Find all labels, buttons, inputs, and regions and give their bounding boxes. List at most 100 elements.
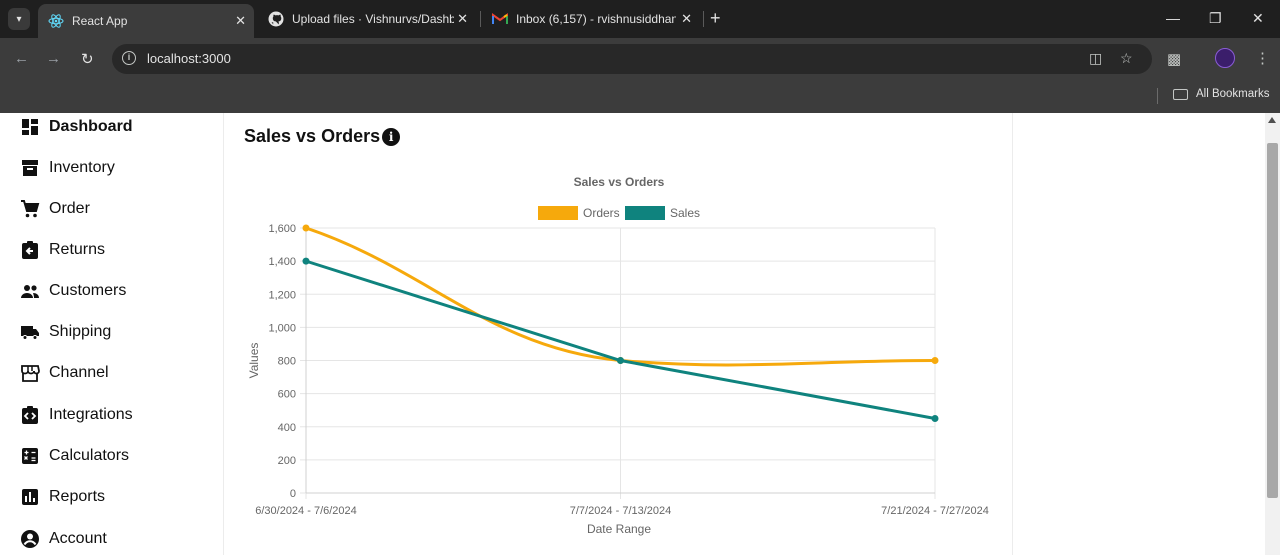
scrollbar-thumb[interactable] [1267, 143, 1278, 498]
install-app-icon[interactable]: ◫ [1089, 50, 1102, 67]
reload-icon[interactable]: ↻ [81, 50, 94, 68]
data-point-sales [617, 357, 624, 364]
tab-react-app[interactable]: React App ✕ [38, 4, 254, 38]
truck-icon [21, 326, 39, 340]
address-bar[interactable]: i localhost:3000 ◫ ☆ [112, 44, 1152, 74]
bookmarks-bar: All Bookmarks [0, 80, 1280, 113]
page-content: Dashboard Inventory Order Returns Custom… [0, 113, 1265, 555]
close-icon[interactable]: ✕ [457, 11, 468, 27]
sidebar-item-inventory[interactable]: Inventory [20, 156, 115, 180]
sidebar-item-calculators[interactable]: Calculators [20, 444, 129, 468]
sidebar-item-label: Dashboard [49, 118, 133, 135]
tab-separator [480, 11, 481, 27]
legend-label-orders: Orders [583, 206, 620, 220]
sidebar-item-reports[interactable]: Reports [20, 485, 105, 509]
x-tick-label: 6/30/2024 - 7/6/2024 [255, 505, 357, 517]
x-tick-label: 7/21/2024 - 7/27/2024 [881, 505, 989, 517]
forward-icon[interactable]: → [46, 50, 61, 67]
x-tick-label: 7/7/2024 - 7/13/2024 [570, 505, 672, 517]
sidebar-item-channel[interactable]: Channel [20, 361, 109, 385]
y-tick-label: 1,200 [268, 289, 296, 301]
browser-toolbar: ← → ↻ i localhost:3000 ◫ ☆ ▩ ⋮ [0, 38, 1280, 80]
sales-vs-orders-chart: Sales vs Orders Orders Sales 0 200 400 600 800 1… [247, 175, 989, 536]
browser-tab-strip: ▾ React App ✕ Upload files · Vishnurvs/D… [0, 0, 1280, 38]
back-icon[interactable]: ← [14, 50, 29, 67]
sidebar: Dashboard Inventory Order Returns Custom… [0, 113, 224, 555]
page-title: Sales vs Orders i [244, 126, 401, 147]
tab-separator [703, 11, 704, 27]
close-icon[interactable]: ✕ [235, 13, 246, 29]
tab-title: React App [72, 14, 128, 28]
dashboard-icon [22, 119, 38, 135]
tab-gmail-inbox[interactable]: Inbox (6,157) - rvishnusiddhan ✕ [482, 4, 700, 34]
calculator-icon [22, 448, 38, 464]
data-point-sales [302, 257, 310, 265]
store-icon [21, 365, 40, 382]
y-tick-label: 0 [290, 488, 296, 500]
inventory-icon [22, 160, 38, 176]
integrations-icon [22, 406, 38, 424]
scroll-up-arrow-icon[interactable] [1268, 117, 1276, 123]
address-url[interactable]: localhost:3000 [147, 51, 231, 66]
sidebar-item-label: Order [49, 200, 90, 217]
main-content: Sales vs Orders Orders Sales 0 200 400 600 800 1… [225, 113, 1013, 555]
cart-icon [21, 200, 40, 218]
minimize-icon[interactable]: — [1166, 10, 1180, 26]
data-point-orders [931, 357, 939, 364]
data-point-sales [931, 414, 939, 422]
site-info-icon[interactable]: i [122, 51, 136, 65]
section-title-text: Sales vs Orders [244, 126, 381, 146]
github-icon [268, 11, 284, 27]
sidebar-item-returns[interactable]: Returns [20, 238, 105, 262]
sidebar-item-label: Channel [49, 364, 109, 381]
data-point-orders [302, 224, 310, 232]
sidebar-item-integrations[interactable]: Integrations [20, 403, 133, 427]
sidebar-item-label: Integrations [49, 406, 133, 423]
people-icon [21, 285, 39, 298]
sidebar-item-label: Account [49, 530, 107, 547]
sidebar-item-account[interactable]: Account [20, 527, 107, 551]
sidebar-item-label: Calculators [49, 447, 130, 464]
restore-icon[interactable]: ❐ [1209, 10, 1222, 27]
x-axis-title: Date Range [587, 522, 651, 536]
legend-label-sales: Sales [670, 206, 700, 220]
y-tick-label: 400 [278, 422, 296, 434]
sidebar-item-dashboard[interactable]: Dashboard [20, 115, 133, 139]
bookmarks-separator [1157, 88, 1158, 104]
account-icon [21, 530, 39, 548]
tab-title: Upload files · Vishnurvs/Dashbo [292, 12, 454, 26]
tab-title: Inbox (6,157) - rvishnusiddhan [516, 12, 676, 26]
tab-github-upload[interactable]: Upload files · Vishnurvs/Dashbo ✕ [258, 4, 476, 34]
sidebar-item-label: Reports [49, 488, 106, 505]
sidebar-item-label: Inventory [49, 159, 115, 176]
tab-search-button[interactable]: ▾ [8, 8, 30, 30]
info-icon[interactable]: i [382, 127, 401, 146]
returns-icon [22, 241, 38, 259]
menu-dots-icon[interactable]: ⋮ [1255, 49, 1270, 67]
all-bookmarks-link[interactable]: All Bookmarks [1196, 88, 1270, 100]
extensions-icon[interactable]: ▩ [1167, 50, 1181, 68]
sidebar-item-label: Customers [49, 282, 127, 299]
y-tick-label: 200 [278, 455, 296, 467]
legend-swatch-sales [625, 206, 665, 220]
y-tick-label: 1,600 [268, 223, 296, 235]
reports-icon [22, 489, 38, 505]
chart-title: Sales vs Orders [574, 175, 665, 189]
y-tick-label: 1,000 [268, 322, 296, 334]
new-tab-icon[interactable]: + [710, 8, 721, 28]
bookmark-star-icon[interactable]: ☆ [1120, 50, 1133, 67]
page-scrollbar[interactable] [1265, 113, 1280, 555]
gmail-icon [492, 13, 508, 24]
window-close-icon[interactable]: ✕ [1252, 10, 1264, 27]
y-tick-label: 600 [278, 389, 296, 401]
sidebar-item-customers[interactable]: Customers [20, 279, 126, 303]
sidebar-item-order[interactable]: Order [20, 197, 90, 221]
avatar[interactable] [1215, 48, 1235, 68]
folder-icon[interactable] [1173, 89, 1188, 100]
close-icon[interactable]: ✕ [681, 11, 692, 27]
react-icon [48, 14, 64, 28]
legend-swatch-orders [538, 206, 578, 220]
y-tick-label: 1,400 [268, 256, 296, 268]
y-axis-title: Values [247, 343, 261, 379]
sidebar-item-shipping[interactable]: Shipping [20, 320, 111, 344]
